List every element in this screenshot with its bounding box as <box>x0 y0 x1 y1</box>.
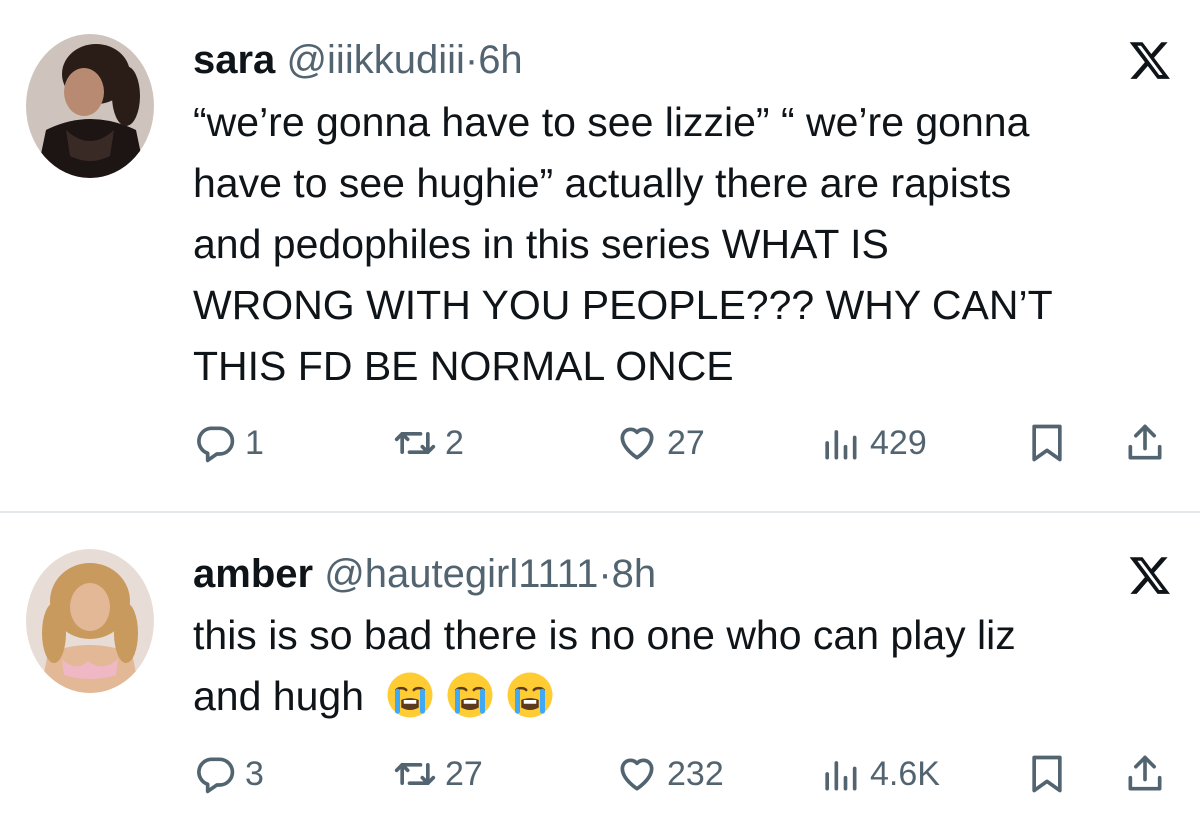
username-handle[interactable]: @hautegirl1111 <box>324 552 598 596</box>
tweet-text-line: WRONG WITH YOU PEOPLE??? WHY CAN’T <box>193 282 1053 328</box>
x-logo-icon <box>1128 38 1172 82</box>
heart-icon <box>620 758 654 791</box>
tweet-text: this is so bad there is no one who can p… <box>193 605 1178 727</box>
bookmark-icon <box>1032 755 1062 793</box>
repost-button[interactable]: 27 <box>393 749 483 799</box>
like-count: 27 <box>667 423 705 462</box>
timestamp[interactable]: 8h <box>612 552 657 596</box>
like-button[interactable]: 27 <box>615 418 705 468</box>
reply-count: 3 <box>245 754 264 793</box>
tweet-text: “we’re gonna have to see lizzie” “ we’re… <box>193 92 1178 397</box>
separator-dot: · <box>598 552 612 596</box>
display-name[interactable]: amber <box>193 552 313 596</box>
reply-icon <box>197 757 235 794</box>
bookmark-icon <box>1032 424 1062 462</box>
bookmark-button[interactable] <box>1025 418 1069 468</box>
share-icon <box>1128 755 1162 791</box>
tweet-text-line: and pedophiles in this series WHAT IS <box>193 221 889 267</box>
view-count: 429 <box>870 423 927 462</box>
tweet[interactable]: amber @hautegirl1111·8h this is so bad t… <box>0 513 1200 823</box>
views-icon <box>825 761 857 791</box>
tweet-text-line: “we’re gonna have to see lizzie” “ we’re… <box>193 99 1030 145</box>
like-count: 232 <box>667 754 724 793</box>
tweet-text-line: have to see hughie” actually there are r… <box>193 160 1012 206</box>
avatar[interactable] <box>26 34 154 178</box>
tweet-text-line-last: and hugh <box>193 666 1178 727</box>
reply-button[interactable]: 3 <box>193 749 264 799</box>
view-count: 4.6K <box>870 754 940 793</box>
bookmark-button[interactable] <box>1025 749 1069 799</box>
views-button[interactable]: 4.6K <box>818 749 940 799</box>
username-handle[interactable]: @iiikkudiii <box>286 38 464 82</box>
repost-count: 27 <box>445 754 483 793</box>
reply-count: 1 <box>245 423 264 462</box>
tweet-header: sara @iiikkudiii·6h <box>193 36 1120 84</box>
separator-dot: · <box>464 38 479 82</box>
heart-icon <box>620 427 654 460</box>
tweet-text-line: THIS FD BE NORMAL ONCE <box>193 343 734 389</box>
display-name[interactable]: sara <box>193 38 275 82</box>
x-logo-icon <box>1128 553 1172 597</box>
share-button[interactable] <box>1123 749 1167 799</box>
avatar[interactable] <box>26 549 154 693</box>
tweet-text-line: this is so bad there is no one who can p… <box>193 612 1016 658</box>
repost-button[interactable]: 2 <box>393 418 464 468</box>
views-icon <box>825 430 857 460</box>
repost-icon <box>394 763 436 785</box>
tweet-text-line: and hugh <box>193 673 365 719</box>
reply-icon <box>197 426 235 463</box>
like-button[interactable]: 232 <box>615 749 724 799</box>
tweet[interactable]: sara @iiikkudiii·6h “we’re gonna have to… <box>0 0 1200 511</box>
loudly-crying-face-icon <box>505 670 555 720</box>
action-bar: 1 2 27 429 <box>193 418 1173 468</box>
tweet-header: amber @hautegirl1111·8h <box>193 550 1120 598</box>
reply-button[interactable]: 1 <box>193 418 264 468</box>
share-button[interactable] <box>1123 418 1167 468</box>
timestamp[interactable]: 6h <box>478 38 523 82</box>
share-icon <box>1128 424 1162 460</box>
repost-icon <box>394 432 436 454</box>
loudly-crying-face-icon <box>385 670 435 720</box>
loudly-crying-face-icon <box>445 670 495 720</box>
action-bar: 3 27 232 4.6K <box>193 749 1173 799</box>
views-button[interactable]: 429 <box>818 418 927 468</box>
repost-count: 2 <box>445 423 464 462</box>
